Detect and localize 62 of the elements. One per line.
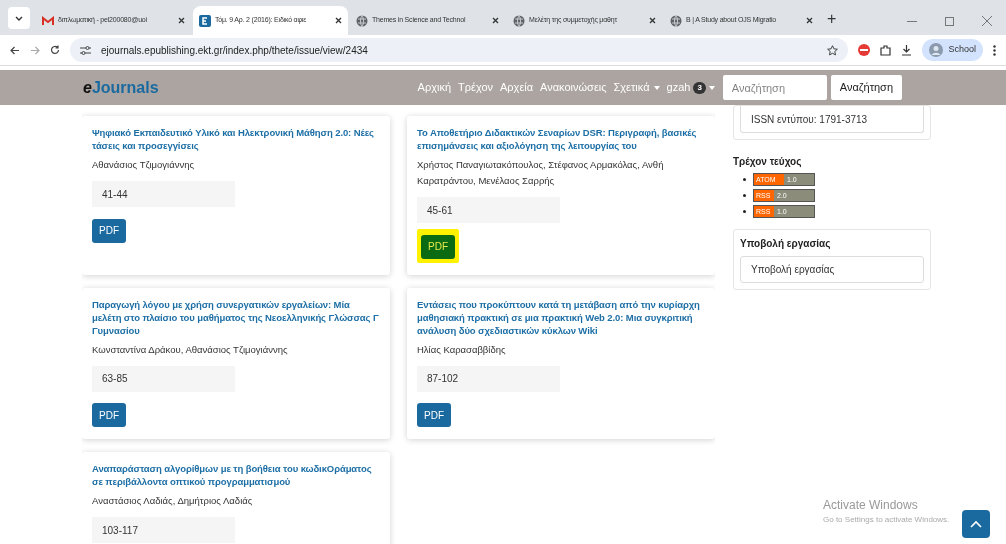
- section-heading: Τρέχον τεύχος: [733, 155, 803, 169]
- profile-button[interactable]: School: [922, 39, 983, 61]
- article-title[interactable]: Εντάσεις που προκύπτουν κατά τη μετάβαση από την κυρίαρχη μαθησιακή πρακτική σε μια πρακτική Web 2.0: Μια συγκριτική ανάλυση δύο σχεδιαστικών κύκλων Wiki: [417, 297, 705, 337]
- search-button[interactable]: Αναζήτηση: [830, 75, 902, 100]
- activation-title: Activate Windows: [823, 497, 919, 514]
- back-icon[interactable]: [10, 45, 20, 55]
- issn-text: ISSN εντύπου: 1791-3713: [740, 106, 924, 133]
- chevron-down-icon: [15, 15, 23, 21]
- star-icon[interactable]: [827, 44, 839, 56]
- article-authors: Αθανάσιος Τζιμογιάννης: [92, 158, 196, 172]
- article-authors: Ηλίας Καρασαββίδης: [417, 342, 507, 357]
- close-icon[interactable]: [335, 17, 342, 24]
- user-menu[interactable]: gzah 3: [666, 79, 715, 96]
- address-bar[interactable]: ejournals.epublishing.ekt.gr/index.php/thete/issue/view/2434: [70, 38, 849, 62]
- bullet-icon: [743, 178, 746, 181]
- bullet-icon: [743, 210, 746, 213]
- article-title[interactable]: Παραγωγή λόγου με χρήση συνεργατικών εργαλείων: Μία μελέτη στο πλαίσιο του μαθήματος της Νεοελληνικής Γλώσσας Γ Γυμνασίου: [92, 297, 380, 337]
- site-settings-icon[interactable]: [80, 45, 91, 55]
- back-to-top-button[interactable]: [962, 510, 990, 538]
- search-field[interactable]: Αναζήτηση: [722, 75, 827, 100]
- close-icon[interactable]: [649, 17, 656, 24]
- menu-icon[interactable]: [993, 44, 996, 56]
- maximize-icon[interactable]: [945, 16, 954, 26]
- page-range: 103-117: [92, 517, 235, 543]
- notification-count: 3: [693, 81, 706, 94]
- page-range: 41-44: [92, 181, 235, 207]
- page-range: 45-61: [417, 197, 560, 223]
- reload-icon[interactable]: [50, 45, 60, 55]
- tab-list-button[interactable]: [8, 7, 30, 29]
- article-authors: Αναστάσιος Λαδιάς, Δημήτριος Λαδιάς: [92, 494, 254, 508]
- article-title[interactable]: Ψηφιακό Εκπαιδευτικό Υλικό και Ηλεκτρονική Μάθηση 2.0: Νέες τάσεις και προσεγγίσεις: [92, 126, 380, 152]
- pdf-button[interactable]: PDF: [417, 403, 451, 427]
- panel-title: Υποβολή εργασίας: [740, 237, 832, 251]
- submission-link[interactable]: Υποβολή εργασίας: [740, 256, 924, 283]
- extensions-icon[interactable]: [880, 44, 892, 56]
- globe-icon: [670, 14, 682, 27]
- page-range: 87-102: [417, 365, 560, 392]
- article-title[interactable]: Το Αποθετήριο Διδακτικών Σεναρίων DSR: Περιγραφή, βασικές επισημάνσεις και αξιολόγηση της λειτουργίας του: [417, 126, 705, 152]
- mail-icon: [42, 15, 54, 26]
- article-authors: Κωνσταντίνα Δράκου, Αθανάσιος Τζιμογιάννης: [92, 342, 289, 357]
- article-title[interactable]: Αναπαράσταση αλγορίθμων με τη βοήθεια του κωδικΟράματος σε περιβάλλοντα οπτικού προγραμματισμού: [92, 462, 380, 488]
- journal-icon: [199, 14, 211, 27]
- article-authors: Χρήστος Παναγιωτακόπουλος, Στέφανος Αρμακόλας, Ανθή Καρατράντου, Μενέλαος Σαρρής: [417, 158, 665, 188]
- pdf-button[interactable]: PDF: [92, 218, 126, 243]
- new-tab-button[interactable]: +: [827, 11, 837, 27]
- chevron-up-icon: [970, 520, 982, 528]
- pdf-button[interactable]: PDF: [92, 403, 126, 427]
- bullet-icon: [743, 194, 746, 197]
- close-icon[interactable]: [492, 17, 499, 24]
- minimize-icon[interactable]: [907, 20, 917, 22]
- download-icon[interactable]: [901, 44, 913, 56]
- globe-icon: [356, 14, 368, 27]
- avatar-icon: [929, 43, 944, 57]
- page-range: 63-85: [92, 365, 235, 392]
- caret-icon: [708, 85, 715, 90]
- stop-sign-icon[interactable]: [858, 44, 871, 56]
- globe-icon: [513, 14, 525, 27]
- activation-subtitle: Go to Settings to activate Windows.: [823, 514, 950, 526]
- site-logo[interactable]: eJournals: [83, 75, 159, 100]
- close-icon[interactable]: [806, 17, 813, 24]
- pdf-button[interactable]: PDF: [421, 234, 455, 259]
- close-icon[interactable]: [178, 17, 185, 24]
